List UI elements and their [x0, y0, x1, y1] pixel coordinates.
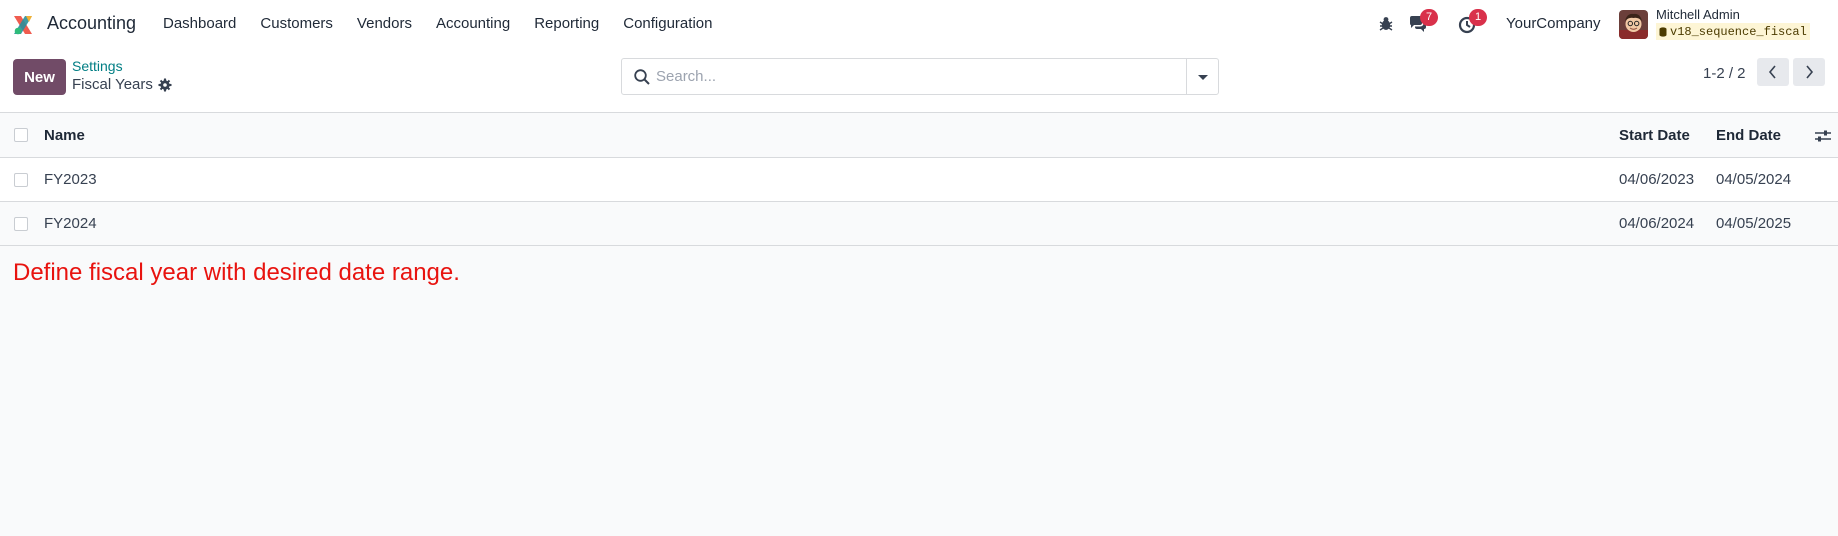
column-header-end-date[interactable]: End Date [1716, 127, 1781, 144]
app-name[interactable]: Accounting [47, 13, 136, 34]
row-checkbox[interactable] [14, 173, 28, 187]
pager-value[interactable]: 1-2 / 2 [1703, 65, 1746, 82]
cell-start-date: 04/06/2023 [1619, 171, 1695, 188]
cell-end-date: 04/05/2025 [1716, 215, 1792, 232]
main-menu: Dashboard Customers Vendors Accounting R… [151, 0, 724, 48]
search-bar [621, 58, 1219, 95]
fiscal-years-list: Name Start Date End Date FY2023 04/06/20… [0, 113, 1838, 246]
caret-down-icon [1198, 75, 1208, 80]
top-navbar: Accounting Dashboard Customers Vendors A… [0, 0, 1838, 48]
breadcrumb-settings[interactable]: Settings [72, 58, 123, 74]
row-checkbox[interactable] [14, 217, 28, 231]
cell-name: FY2024 [44, 215, 97, 232]
control-panel: New Settings Fiscal Years 1-2 / 2 [0, 48, 1838, 113]
menu-item-dashboard[interactable]: Dashboard [151, 0, 248, 48]
pager-next-button[interactable] [1793, 58, 1825, 86]
user-name[interactable]: Mitchell Admin [1656, 7, 1740, 22]
page-title: Fiscal Years [72, 76, 153, 93]
chevron-left-icon [1768, 65, 1776, 79]
pager-previous-button[interactable] [1757, 58, 1789, 86]
search-input[interactable] [656, 60, 1156, 93]
annotation-note: Define fiscal year with desired date ran… [13, 259, 460, 286]
menu-item-vendors[interactable]: Vendors [345, 0, 424, 48]
activities-count-badge: 1 [1469, 9, 1487, 26]
menu-item-configuration[interactable]: Configuration [611, 0, 724, 48]
chevron-right-icon [1806, 65, 1814, 79]
cell-name: FY2023 [44, 171, 97, 188]
table-header: Name Start Date End Date [0, 113, 1838, 158]
menu-item-reporting[interactable]: Reporting [522, 0, 611, 48]
search-icon [634, 69, 650, 85]
menu-item-customers[interactable]: Customers [248, 0, 345, 48]
accounting-app-logo-icon[interactable] [11, 13, 35, 37]
breadcrumb-current: Fiscal Years [72, 76, 172, 93]
optional-columns-toggle-icon[interactable] [1814, 127, 1832, 145]
user-avatar[interactable] [1619, 10, 1648, 39]
menu-item-accounting[interactable]: Accounting [424, 0, 522, 48]
gear-icon[interactable] [158, 78, 172, 92]
cell-start-date: 04/06/2024 [1619, 215, 1695, 232]
column-header-name[interactable]: Name [44, 127, 85, 144]
column-header-start-date[interactable]: Start Date [1619, 127, 1690, 144]
search-options-toggle[interactable] [1186, 59, 1218, 94]
select-all-checkbox[interactable] [14, 128, 28, 142]
database-icon [1659, 27, 1667, 37]
new-button[interactable]: New [13, 59, 66, 95]
debug-bug-icon[interactable] [1376, 14, 1396, 34]
table-row[interactable]: FY2024 04/06/2024 04/05/2025 [0, 202, 1838, 246]
cell-end-date: 04/05/2024 [1716, 171, 1792, 188]
database-name-badge: v18_sequence_fiscal [1656, 23, 1810, 40]
messages-count-badge: 7 [1420, 9, 1438, 26]
company-switcher[interactable]: YourCompany [1506, 15, 1601, 32]
table-row[interactable]: FY2023 04/06/2023 04/05/2024 [0, 158, 1838, 202]
database-name-text: v18_sequence_fiscal [1670, 25, 1807, 39]
